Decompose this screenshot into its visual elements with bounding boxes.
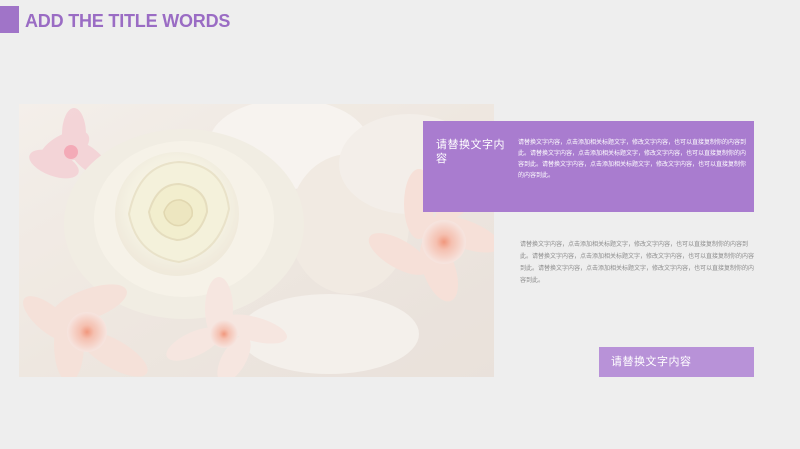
card-body-text: 请替换文字内容，点击添加相关标题文字，修改文字内容，也可以直接复制你的内容到此。…	[518, 139, 747, 179]
title-accent-bar	[0, 6, 19, 33]
card-heading: 请替换文字内容	[436, 138, 505, 165]
content-button[interactable]: 请替换文字内容	[599, 347, 754, 377]
highlight-card: 请替换文字内容 请替换文字内容，点击添加相关标题文字，修改文字内容，也可以直接复…	[423, 121, 754, 212]
body-text: 请替换文字内容，点击添加相关标题文字，修改文字内容，也可以直接复制你的内容到此。…	[520, 241, 755, 284]
slide-title: ADD THE TITLE WORDS	[25, 11, 231, 31]
